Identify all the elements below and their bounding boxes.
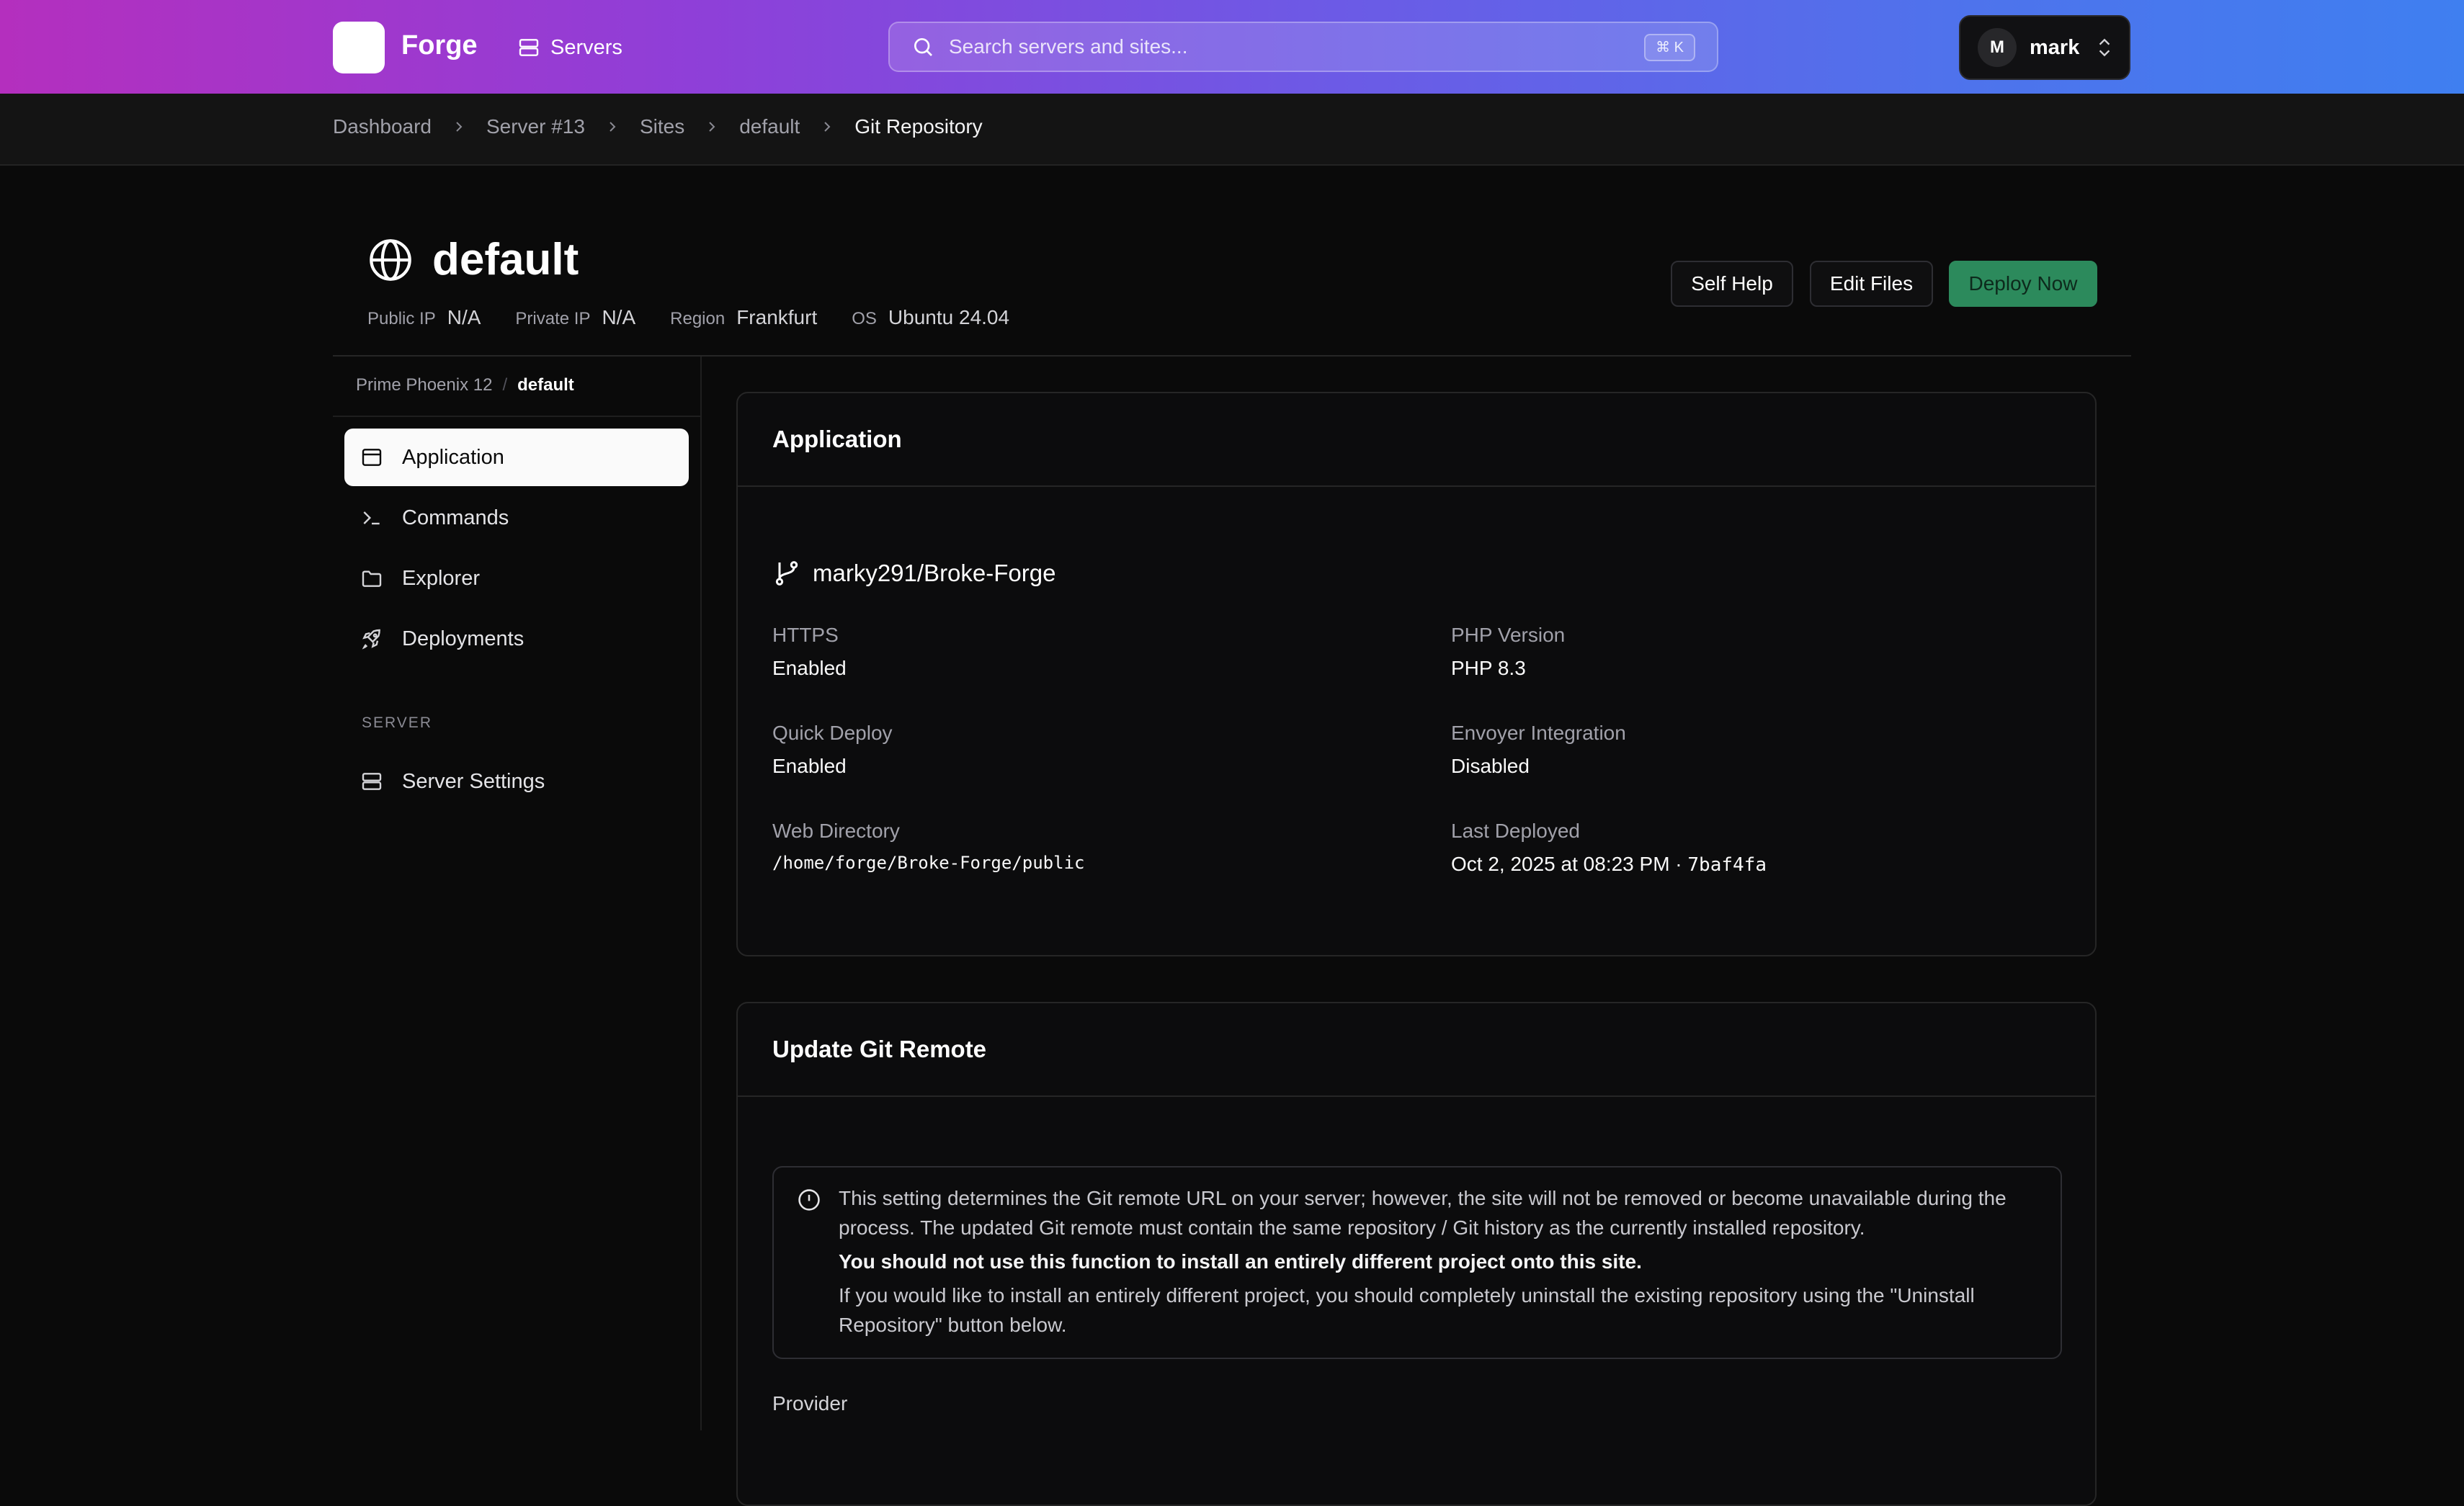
field-label: Last Deployed	[1451, 820, 1581, 842]
deploy-now-button[interactable]: Deploy Now	[1949, 261, 2097, 307]
sidebar-item-deployments[interactable]: Deployments	[344, 610, 689, 668]
sidebar-crumb-site: default	[517, 375, 574, 395]
nav-servers-link[interactable]: Servers	[517, 32, 622, 63]
private-ip-value: N/A	[602, 306, 636, 328]
divider	[333, 416, 702, 417]
chevron-right-icon	[824, 122, 831, 132]
sidebar-section-server: SERVER	[362, 714, 432, 731]
chevron-right-icon	[610, 122, 616, 132]
field-label: HTTPS	[772, 624, 839, 646]
crumb-separator: /	[502, 375, 508, 395]
breadcrumb-sites[interactable]: Sites	[640, 115, 684, 138]
card-title: Update Git Remote	[738, 1003, 2095, 1097]
site-meta: Public IP N/A Private IP N/A Region Fran…	[367, 306, 1044, 329]
last-deployed-field: Last Deployed Oct 2, 2025 at 08:23 PM · …	[1451, 820, 1767, 876]
field-value: Enabled	[772, 755, 847, 777]
alert-strong-text: You should not use this function to inst…	[839, 1250, 1642, 1273]
application-card: Application marky291/Broke-Forge HTTPS E…	[736, 392, 2097, 956]
search-placeholder: Search servers and sites...	[949, 35, 1188, 58]
field-label: Envoyer Integration	[1451, 722, 1626, 744]
sidebar-item-label: Deployments	[402, 627, 525, 650]
avatar: M	[1978, 28, 2017, 67]
repository-name: marky291/Broke-Forge	[813, 560, 1056, 586]
breadcrumb-bar: Dashboard Server #13 Sites default Git R…	[0, 94, 2464, 166]
page-title: default	[432, 235, 579, 284]
rocket-icon	[362, 629, 380, 650]
site-sidebar: Prime Phoenix 12 / default Application C…	[333, 357, 702, 1430]
region-label: Region	[670, 309, 726, 328]
field-label: Quick Deploy	[772, 722, 893, 744]
field-label: Web Directory	[772, 820, 900, 842]
chevron-right-icon	[456, 122, 463, 132]
quick-deploy-field: Quick Deploy Enabled	[772, 722, 893, 778]
user-menu-button[interactable]: M mark	[1959, 15, 2130, 80]
git-remote-warning: This setting determines the Git remote U…	[772, 1166, 2062, 1359]
last-commit-hash[interactable]: 7baf4fa	[1687, 854, 1767, 876]
breadcrumb-current: Git Repository	[854, 115, 983, 138]
sidebar-crumb-server[interactable]: Prime Phoenix 12	[356, 375, 492, 395]
chevron-up-down-icon	[2099, 38, 2110, 57]
breadcrumb-server[interactable]: Server #13	[486, 115, 585, 138]
sidebar-item-commands[interactable]: Commands	[344, 489, 689, 547]
info-circle-icon	[798, 1189, 820, 1211]
sidebar-item-label: Commands	[402, 506, 509, 529]
git-branch-icon	[775, 561, 798, 586]
private-ip-label: Private IP	[515, 309, 591, 328]
server-icon	[519, 39, 539, 56]
breadcrumb-dashboard[interactable]: Dashboard	[333, 115, 432, 138]
value-separator: ·	[1669, 853, 1688, 875]
search-icon	[914, 38, 932, 56]
php-version-field: PHP Version PHP 8.3	[1451, 624, 1565, 680]
breadcrumb: Dashboard Server #13 Sites default Git R…	[333, 115, 983, 138]
alert-text: This setting determines the Git remote U…	[839, 1187, 2007, 1239]
https-field: HTTPS Enabled	[772, 624, 847, 680]
web-directory-field: Web Directory /home/forge/Broke-Forge/pu…	[772, 820, 1084, 873]
field-label: PHP Version	[1451, 624, 1566, 646]
field-value: PHP 8.3	[1451, 657, 1526, 679]
sidebar-breadcrumb: Prime Phoenix 12 / default	[356, 375, 574, 395]
global-search-input[interactable]: Search servers and sites... ⌘ K	[888, 22, 1718, 72]
sidebar-item-explorer[interactable]: Explorer	[344, 550, 689, 607]
terminal-icon	[363, 511, 380, 525]
public-ip-value: N/A	[447, 306, 481, 328]
os-label: OS	[852, 309, 877, 328]
sidebar-item-label: Application	[402, 445, 504, 469]
breadcrumb-site[interactable]: default	[739, 115, 800, 138]
search-shortcut-badge: ⌘ K	[1644, 34, 1695, 61]
server-icon	[362, 773, 382, 790]
region-value: Frankfurt	[736, 306, 818, 328]
sidebar-item-label: Server Settings	[402, 769, 545, 793]
top-nav-bar: Forge Servers Search servers and sites..…	[0, 0, 2464, 94]
field-value: Oct 2, 2025 at 08:23 PM · 7baf4fa	[1451, 853, 1767, 876]
brand-name[interactable]: Forge	[401, 30, 478, 61]
update-git-remote-card: Update Git Remote This setting determine…	[736, 1002, 2097, 1506]
application-icon	[362, 449, 382, 466]
alert-text: If you would like to install an entirely…	[839, 1284, 1975, 1336]
globe-icon	[370, 238, 411, 281]
forge-logo[interactable]	[333, 22, 385, 73]
folder-icon	[362, 570, 382, 587]
edit-files-button[interactable]: Edit Files	[1810, 261, 1933, 307]
public-ip-label: Public IP	[367, 309, 436, 328]
provider-label: Provider	[772, 1392, 848, 1415]
site-header: default	[367, 234, 579, 285]
sidebar-item-label: Explorer	[402, 566, 480, 590]
field-value: Enabled	[772, 657, 847, 679]
chevron-right-icon	[709, 122, 715, 132]
envoyer-integration-field: Envoyer Integration Disabled	[1451, 722, 1626, 778]
repository-link[interactable]: marky291/Broke-Forge	[772, 559, 1055, 588]
last-deployed-date: Oct 2, 2025 at 08:23 PM	[1451, 853, 1670, 875]
field-value: Disabled	[1451, 755, 1530, 777]
nav-servers-label: Servers	[550, 35, 622, 59]
card-title: Application	[738, 393, 2095, 487]
sidebar-item-application[interactable]: Application	[344, 429, 689, 486]
os-value: Ubuntu 24.04	[888, 306, 1010, 328]
field-value: /home/forge/Broke-Forge/public	[772, 853, 1085, 873]
self-help-button[interactable]: Self Help	[1671, 261, 1793, 307]
user-name: mark	[2030, 35, 2080, 59]
sidebar-item-server-settings[interactable]: Server Settings	[344, 753, 689, 810]
